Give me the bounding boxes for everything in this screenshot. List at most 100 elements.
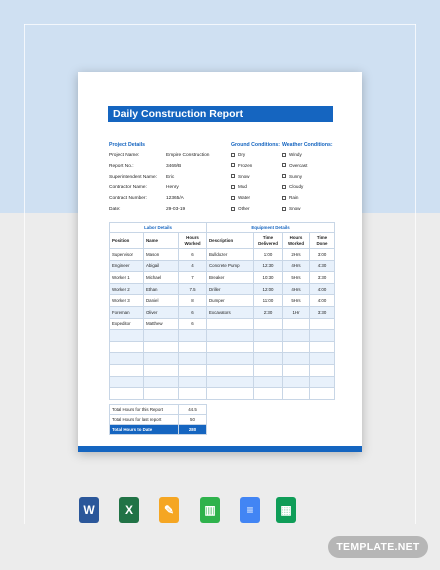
table-cell [206, 340, 254, 354]
template-net-badge[interactable]: TEMPLATE.NET [328, 536, 428, 558]
table-cell [309, 352, 335, 365]
checkbox[interactable] [231, 206, 235, 211]
equipment-details-heading: Equipment Details [206, 222, 335, 233]
table-row: Breaker 10:30 5Hrs 3:30 [206, 271, 335, 284]
weather-conditions-option[interactable]: Sunny [282, 174, 302, 179]
labor-details-heading: Labor Details [108, 222, 208, 233]
table-cell [143, 340, 179, 354]
labor-col-name: Name [143, 232, 179, 249]
table-cell: Concrete Pump [206, 259, 254, 273]
ground-conditions-option[interactable]: Snow [231, 174, 250, 179]
document-title: Daily Construction Report [108, 106, 333, 122]
table-cell [109, 375, 144, 389]
table-cell [177, 340, 208, 354]
field-label: Date: [109, 207, 121, 212]
table-row [206, 387, 335, 400]
checkbox[interactable] [282, 163, 286, 168]
word-icon[interactable]: W [79, 497, 99, 523]
ground-conditions-option[interactable]: Dry [231, 152, 245, 157]
table-row [109, 387, 208, 400]
option-label: Cloudy [289, 184, 304, 190]
table-cell [282, 340, 310, 354]
option-label: Dry [238, 152, 246, 157]
checkbox[interactable] [231, 195, 235, 200]
ground-conditions-option[interactable]: Water [231, 195, 250, 200]
weather-conditions-option[interactable]: Cloudy [282, 184, 303, 189]
table-cell: 6 [177, 305, 208, 319]
option-label: Rain [289, 195, 299, 201]
table-cell [282, 329, 310, 342]
table-cell: 12:00 [253, 282, 283, 296]
option-label: Frozen [238, 162, 253, 168]
weather-conditions-heading: Weather Conditions: [282, 142, 333, 148]
table-cell: 6 [177, 317, 208, 331]
table-cell [282, 352, 310, 365]
table-cell [253, 387, 283, 400]
summary-row: Total Hours for last report 50 [109, 414, 207, 425]
checkbox[interactable] [231, 163, 235, 168]
table-cell: Engineer [109, 259, 144, 273]
checkbox[interactable] [231, 174, 235, 179]
table-cell [109, 363, 144, 377]
table-cell: 4:30 [309, 259, 335, 273]
field-value: Henry [166, 185, 179, 191]
table-row: Engineer Abigail 4 [109, 259, 208, 273]
checkbox[interactable] [282, 206, 286, 211]
summary-label: Total Hours for this Report [109, 404, 179, 415]
checkbox[interactable] [231, 152, 235, 157]
table-cell: Driller [206, 282, 254, 296]
checkbox[interactable] [282, 174, 286, 179]
labor-col-position: Position [109, 232, 144, 249]
weather-conditions-option[interactable]: Windy [282, 152, 302, 157]
option-label: Overcast [289, 162, 308, 168]
table-cell: 3:30 [309, 305, 335, 319]
summary-row: Total Hours for this Report 44.5 [109, 404, 207, 415]
table-cell [177, 352, 208, 365]
checkbox[interactable] [231, 184, 235, 189]
ground-conditions-option[interactable]: Other [231, 206, 250, 211]
ground-conditions-option[interactable]: Mud [231, 184, 247, 189]
table-cell: Foreman [109, 305, 144, 319]
table-row: Bulldozer 1:00 2Hrs 3:00 [206, 248, 335, 261]
equipment-col-description: Description [206, 232, 254, 249]
numbers-icon[interactable]: ▥ [200, 497, 220, 523]
table-cell [206, 317, 254, 331]
frame-line-left [24, 24, 25, 524]
table-row [206, 375, 335, 389]
checkbox[interactable] [282, 195, 286, 200]
excel-icon[interactable]: X [119, 497, 139, 523]
frame-line-top [24, 24, 416, 25]
option-label: Water [238, 195, 251, 201]
table-row: Driller 12:00 4Hrs 4:00 [206, 282, 335, 296]
table-cell: 4Hrs [282, 282, 310, 296]
table-cell: Mason [143, 248, 179, 261]
ground-conditions-heading: Ground Conditions: [231, 142, 280, 148]
table-cell [253, 317, 283, 331]
field-label: Superintendent Name: [109, 174, 157, 180]
table-cell [143, 352, 179, 365]
summary-label: Total Hours for last report [109, 414, 179, 425]
table-row [109, 352, 208, 365]
checkbox[interactable] [282, 184, 286, 189]
labor-table: Labor Details Position Name Hours Worked… [108, 222, 208, 400]
table-cell [253, 340, 283, 354]
table-cell: Ethan [143, 282, 179, 296]
table-cell: 7.5 [177, 282, 208, 296]
table-cell [109, 329, 144, 342]
table-cell: Abigail [143, 259, 179, 273]
weather-conditions-option[interactable]: Overcast [282, 163, 307, 168]
ground-conditions-option[interactable]: Frozen [231, 163, 252, 168]
table-row: Dumper 11:00 5Hrs 4:00 [206, 294, 335, 307]
pages-icon[interactable]: ✎ [159, 497, 179, 523]
checkbox[interactable] [282, 152, 286, 157]
google-sheets-icon[interactable]: ▦ [276, 497, 296, 523]
table-cell [309, 363, 335, 377]
equipment-col-time-done: Time Done [309, 232, 335, 249]
table-cell [282, 317, 310, 331]
weather-conditions-option[interactable]: Rain [282, 195, 298, 200]
google-docs-icon[interactable]: ≡ [240, 497, 260, 523]
table-row [206, 317, 335, 331]
table-cell [253, 352, 283, 365]
weather-conditions-option[interactable]: Snow [282, 206, 301, 211]
table-cell [143, 387, 179, 400]
